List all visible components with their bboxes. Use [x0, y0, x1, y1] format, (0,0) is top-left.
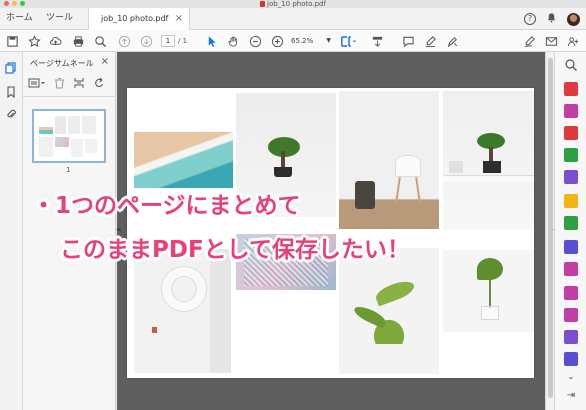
page-thumbnail[interactable]	[32, 109, 106, 163]
export-pdf-icon[interactable]	[564, 126, 578, 140]
thumbnail-options-icon[interactable]	[28, 77, 46, 92]
left-navigation-rail	[0, 52, 23, 410]
protect-icon[interactable]	[564, 240, 578, 254]
attachments-paperclip-icon[interactable]	[5, 108, 17, 120]
photo-palm-plant	[339, 248, 439, 374]
share-people-icon[interactable]	[566, 34, 580, 48]
thumbnail-panel: ページサムネール × 1	[23, 52, 116, 410]
fill-sign-icon[interactable]	[564, 262, 578, 276]
close-window-icon[interactable]	[4, 1, 9, 6]
page-number-input[interactable]: 1	[161, 35, 175, 47]
create-pdf-icon[interactable]	[564, 82, 578, 96]
zoom-search-icon[interactable]	[93, 34, 107, 48]
pdf-page	[127, 88, 534, 378]
comment-tool-icon[interactable]	[564, 194, 578, 208]
insert-page-icon[interactable]	[73, 77, 85, 92]
close-panel-icon[interactable]: ×	[101, 56, 109, 67]
panel-toolbar	[28, 76, 112, 92]
zoom-window-icon[interactable]	[20, 1, 25, 6]
tab-tools[interactable]: ツール	[46, 8, 73, 29]
chevron-down-icon[interactable]: ⌄	[564, 372, 578, 386]
tab-document[interactable]: job_10 photo.pdf ×	[88, 8, 190, 30]
highlight-pen-icon[interactable]	[423, 34, 437, 48]
next-page-icon[interactable]	[139, 34, 153, 48]
organize-pages-icon[interactable]	[564, 148, 578, 162]
photo-lifebuoy-wall	[134, 249, 231, 373]
window-controls[interactable]	[4, 1, 25, 6]
help-icon[interactable]: ?	[524, 13, 536, 25]
search-icon[interactable]	[564, 58, 578, 72]
window-title-text: job_10 photo.pdf	[267, 0, 326, 8]
bookmark-star-icon[interactable]	[27, 34, 41, 48]
tab-bar: ホーム ツール job_10 photo.pdf × ?	[0, 8, 586, 30]
page-thumbnails-icon[interactable]	[5, 62, 17, 74]
select-cursor-icon[interactable]	[205, 34, 219, 48]
photo-white-chair	[339, 91, 439, 229]
photo-bonsai-pot	[236, 93, 336, 217]
thumb-photo-beach	[39, 127, 53, 134]
print-icon[interactable]	[71, 34, 85, 48]
thumb-photo-monstera	[85, 139, 97, 153]
photo-beach-aerial	[134, 132, 233, 188]
thumb-photo-desk	[82, 116, 96, 134]
collapse-left-panel-icon[interactable]: ◀	[116, 226, 121, 233]
more-tools-icon[interactable]	[564, 330, 578, 344]
draw-tool-icon[interactable]	[445, 34, 459, 48]
photo-frosted-tree	[236, 234, 336, 290]
tab-document-label: job_10 photo.pdf	[101, 14, 169, 23]
print-production-icon[interactable]	[564, 286, 578, 300]
photo-white-desk	[443, 91, 534, 229]
rotate-page-icon[interactable]	[93, 77, 105, 92]
delete-page-icon[interactable]	[54, 77, 65, 92]
thumb-photo-plant	[55, 116, 66, 134]
pdf-file-icon	[260, 1, 266, 7]
sign-icon[interactable]	[522, 34, 536, 48]
page-thumbnail-preview	[36, 113, 102, 159]
thumb-photo-lifebuoy	[39, 137, 53, 157]
panel-divider	[23, 96, 116, 97]
close-tab-icon[interactable]: ×	[175, 8, 183, 29]
panel-title: ページサムネール	[30, 59, 94, 68]
thumb-photo-tree	[55, 137, 69, 147]
zoom-out-icon[interactable]	[248, 34, 262, 48]
thumb-photo-chair	[68, 116, 80, 134]
chevron-down-icon: ▼	[326, 37, 331, 44]
cloud-upload-icon[interactable]	[48, 34, 62, 48]
zoom-level-dropdown[interactable]: 65.2% ▼	[291, 35, 333, 47]
zoom-in-icon[interactable]	[270, 34, 284, 48]
notification-bell-icon[interactable]	[546, 12, 557, 26]
thumb-photo-palm	[71, 139, 83, 157]
hand-tool-icon[interactable]	[226, 34, 240, 48]
email-icon[interactable]	[544, 34, 558, 48]
page-fit-icon[interactable]	[339, 34, 359, 48]
user-avatar[interactable]	[567, 12, 580, 26]
save-icon[interactable]	[5, 34, 19, 48]
right-tools-rail: ⌄ ⇥	[554, 52, 586, 410]
main-toolbar: 1 / 1 65.2% ▼	[0, 30, 586, 52]
collapse-tools-icon[interactable]: ⇥	[564, 390, 578, 404]
enhance-scans-icon[interactable]	[564, 216, 578, 230]
comment-icon[interactable]	[401, 34, 415, 48]
scroll-mode-icon[interactable]	[370, 34, 384, 48]
measure-tool-icon[interactable]	[564, 352, 578, 366]
photo-monstera-leaf	[443, 250, 534, 332]
zoom-level-value: 65.2%	[291, 37, 314, 45]
window-titlebar: job_10 photo.pdf	[0, 0, 586, 8]
bookmarks-icon[interactable]	[5, 86, 17, 99]
edit-pdf-icon[interactable]	[564, 104, 578, 118]
page-total: / 1	[178, 37, 188, 45]
prepare-form-icon[interactable]	[564, 308, 578, 322]
account-area: ?	[524, 12, 580, 26]
minimize-window-icon[interactable]	[12, 1, 17, 6]
previous-page-icon[interactable]	[117, 34, 131, 48]
combine-files-icon[interactable]	[564, 170, 578, 184]
window-title: job_10 photo.pdf	[260, 0, 326, 8]
tab-home[interactable]: ホーム	[6, 8, 33, 29]
thumbnail-page-number: 1	[66, 166, 71, 174]
